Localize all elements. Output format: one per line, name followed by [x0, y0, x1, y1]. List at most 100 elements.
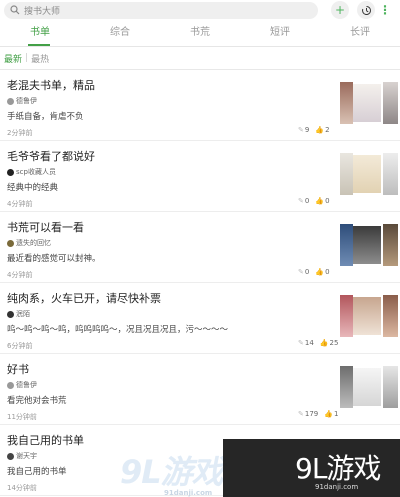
book-cover-image: [353, 297, 381, 335]
like-count: 👍0: [315, 268, 330, 276]
book-cover-image: [353, 368, 381, 406]
book-cover-image: [383, 82, 398, 124]
book-cover-image: [383, 153, 398, 195]
book-covers: [340, 82, 400, 124]
avatar: [7, 310, 14, 318]
sort-hottest[interactable]: 最热: [31, 52, 49, 65]
avatar: [7, 452, 14, 460]
comment-count: ✎9: [298, 126, 310, 134]
search-input[interactable]: 搜书大师: [4, 1, 318, 19]
book-cover-image: [353, 155, 381, 193]
item-title: 好书: [7, 363, 29, 376]
item-title: 书荒可以看一看: [7, 221, 84, 234]
author-name: 德鲁伊: [16, 381, 37, 389]
add-icon[interactable]: +: [331, 1, 349, 19]
book-covers: [340, 295, 400, 337]
item-author: 谢天宇: [7, 451, 37, 461]
item-time: 4分钟前: [7, 271, 33, 279]
item-title: 我自己用的书单: [7, 434, 84, 447]
item-author: 泯陌: [7, 309, 30, 319]
sort-newest[interactable]: 最新: [4, 52, 22, 65]
avatar: [7, 381, 14, 389]
tab-general[interactable]: 综合: [80, 22, 160, 46]
book-cover-image: [340, 153, 353, 195]
item-desc: 看完他对会书荒: [7, 396, 67, 406]
book-cover-image: [383, 366, 398, 408]
like-icon: 👍: [315, 197, 325, 205]
list-item[interactable]: 老混夫书单，精品 德鲁伊 手纸自备，肯虐不负 2分钟前 ✎9 👍2: [0, 70, 400, 141]
like-count: 👍0: [315, 197, 330, 205]
item-title: 纯肉系，火车已开，请尽快补票: [7, 292, 161, 305]
comment-count: ✎0: [298, 197, 310, 205]
book-covers: [340, 366, 400, 408]
sort-separator: |: [25, 53, 29, 63]
avatar: [7, 168, 14, 176]
item-desc: 呜～呜～呜～呜，呜呜呜呜～，况且况且况且，污～～～～: [7, 325, 229, 335]
item-time: 11分钟前: [7, 413, 37, 421]
avatar: [7, 97, 14, 105]
item-stats: ✎179 👍1: [298, 410, 338, 418]
like-count: 👍25: [319, 339, 339, 347]
book-covers: [340, 153, 400, 195]
booklist-list: 老混夫书单，精品 德鲁伊 手纸自备，肯虐不负 2分钟前 ✎9 👍2 毛爷爷看了都…: [0, 70, 400, 496]
more-icon[interactable]: ⋮: [378, 1, 392, 19]
item-stats: ✎0 👍0: [298, 268, 330, 276]
comment-icon: ✎: [298, 197, 304, 205]
list-item[interactable]: 我自己用的书单 谢天宇 我自己用的书单 14分钟前: [0, 425, 400, 496]
list-item[interactable]: 好书 德鲁伊 看完他对会书荒 11分钟前 ✎179 👍1: [0, 354, 400, 425]
author-name: 德鲁伊: [16, 97, 37, 105]
book-cover-image: [383, 224, 398, 266]
list-item[interactable]: 纯肉系，火车已开，请尽快补票 泯陌 呜～呜～呜～呜，呜呜呜呜～，况且况且况且，污…: [0, 283, 400, 354]
item-time: 14分钟前: [7, 484, 37, 492]
like-icon: 👍: [315, 268, 325, 276]
tab-booklist[interactable]: 书单: [0, 22, 80, 46]
item-stats: ✎14 👍25: [298, 339, 338, 347]
author-name: 遗失的回忆: [16, 239, 51, 247]
comment-count: ✎0: [298, 268, 310, 276]
item-time: 4分钟前: [7, 200, 33, 208]
item-time: 2分钟前: [7, 129, 33, 137]
book-cover-image: [340, 224, 353, 266]
tab-short-review[interactable]: 短评: [240, 22, 320, 46]
item-author: 德鲁伊: [7, 380, 37, 390]
item-title: 老混夫书单，精品: [7, 79, 95, 92]
comment-icon: ✎: [298, 339, 304, 347]
comment-icon: ✎: [298, 268, 304, 276]
item-stats: ✎9 👍2: [298, 126, 330, 134]
item-desc: 我自己用的书单: [7, 467, 67, 477]
item-author: scp收藏人员: [7, 167, 56, 177]
book-cover-image: [353, 84, 381, 122]
book-cover-image: [340, 366, 353, 408]
like-count: 👍2: [315, 126, 330, 134]
tab-book-shortage[interactable]: 书荒: [160, 22, 240, 46]
list-item[interactable]: 毛爷爷看了都说好 scp收藏人员 经典中的经典 4分钟前 ✎0 👍0: [0, 141, 400, 212]
item-time: 6分钟前: [7, 342, 33, 350]
book-cover-image: [383, 295, 398, 337]
item-title: 毛爷爷看了都说好: [7, 150, 95, 163]
list-item[interactable]: 书荒可以看一看 遗失的回忆 最近看的感觉可以封神。 4分钟前 ✎0 👍0: [0, 212, 400, 283]
book-covers: [340, 224, 400, 266]
item-author: 德鲁伊: [7, 96, 37, 106]
author-name: 泯陌: [16, 310, 30, 318]
tab-indicator: [28, 44, 50, 46]
comment-count: ✎14: [298, 339, 314, 347]
book-cover-image: [353, 226, 381, 264]
comment-icon: ✎: [298, 126, 304, 134]
item-desc: 最近看的感觉可以封神。: [7, 254, 101, 264]
item-stats: ✎0 👍0: [298, 197, 330, 205]
search-placeholder: 搜书大师: [24, 6, 61, 17]
tab-long-review[interactable]: 长评: [320, 22, 400, 46]
avatar: [7, 239, 14, 247]
history-icon[interactable]: [357, 1, 375, 19]
author-name: scp收藏人员: [16, 168, 56, 176]
comment-icon: ✎: [298, 410, 304, 418]
author-name: 谢天宇: [16, 452, 37, 460]
book-cover-image: [340, 82, 353, 124]
comment-count: ✎179: [298, 410, 319, 418]
tab-bar: 书单 综合 书荒 短评 长评: [0, 22, 400, 46]
top-bar: 搜书大师 + ⋮: [0, 0, 400, 20]
book-cover-image: [340, 295, 353, 337]
sort-tabs: 最新 | 最热: [0, 47, 400, 69]
item-desc: 经典中的经典: [7, 183, 59, 193]
like-count: 👍1: [324, 410, 339, 418]
